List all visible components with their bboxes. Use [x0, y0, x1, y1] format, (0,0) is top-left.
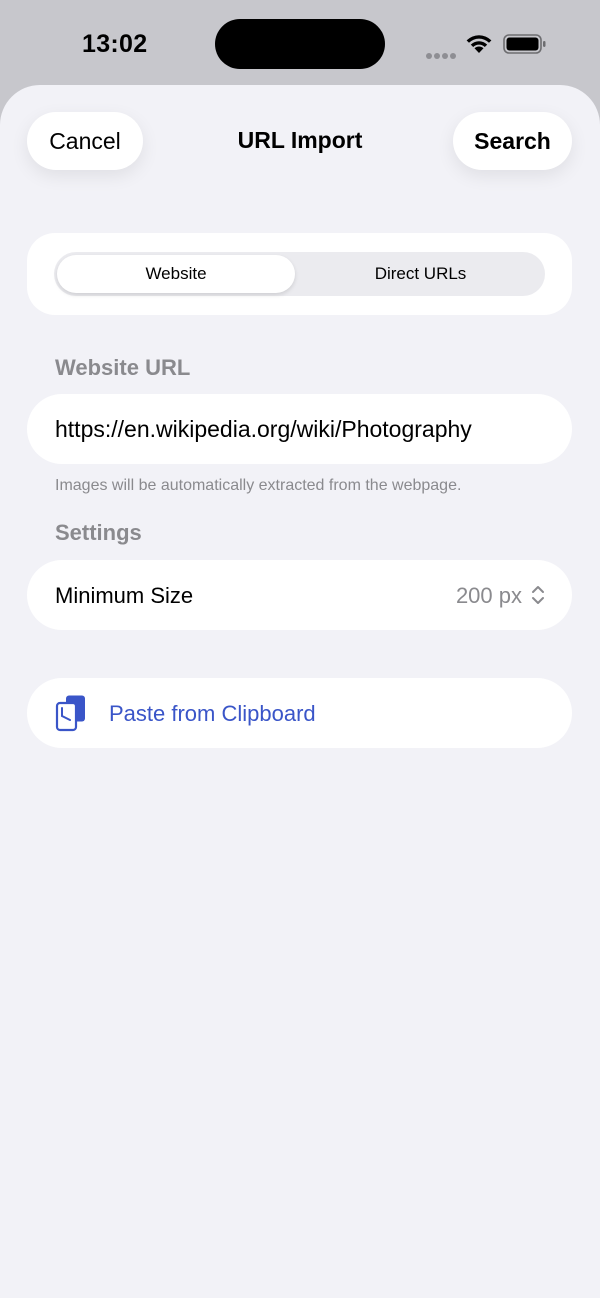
website-url-header: Website URL	[55, 355, 191, 380]
minimum-size-picker[interactable]: Minimum Size 200 px	[27, 560, 572, 630]
url-import-sheet: Cancel URL Import Search Website Direct …	[0, 85, 600, 1298]
url-helper-text: Images will be automatically extracted f…	[55, 477, 462, 494]
minimum-size-label: Minimum Size	[55, 583, 194, 608]
settings-header: Settings	[55, 520, 142, 545]
paste-from-clipboard-label: Paste from Clipboard	[109, 701, 316, 726]
dynamic-island	[215, 19, 385, 69]
page-title: URL Import	[237, 127, 363, 153]
battery-icon	[503, 34, 546, 54]
clipboard-paste-icon	[55, 695, 85, 732]
search-button[interactable]: Search	[453, 112, 572, 170]
import-mode-card: Website Direct URLs	[27, 233, 572, 315]
segment-direct-urls[interactable]: Direct URLs	[299, 255, 542, 293]
segment-website[interactable]: Website	[57, 255, 295, 293]
minimum-size-value: 200 px	[455, 583, 522, 608]
paste-from-clipboard-button[interactable]: Paste from Clipboard	[27, 678, 572, 748]
website-url-input[interactable]	[27, 394, 572, 464]
import-mode-segmented-control: Website Direct URLs	[54, 252, 545, 296]
cellular-signal-icon	[426, 46, 458, 59]
wifi-icon	[466, 35, 492, 53]
status-time: 13:02	[82, 30, 148, 58]
status-bar: 13:02	[0, 0, 600, 90]
chevron-up-down-icon	[532, 586, 544, 604]
cancel-button[interactable]: Cancel	[27, 112, 143, 170]
